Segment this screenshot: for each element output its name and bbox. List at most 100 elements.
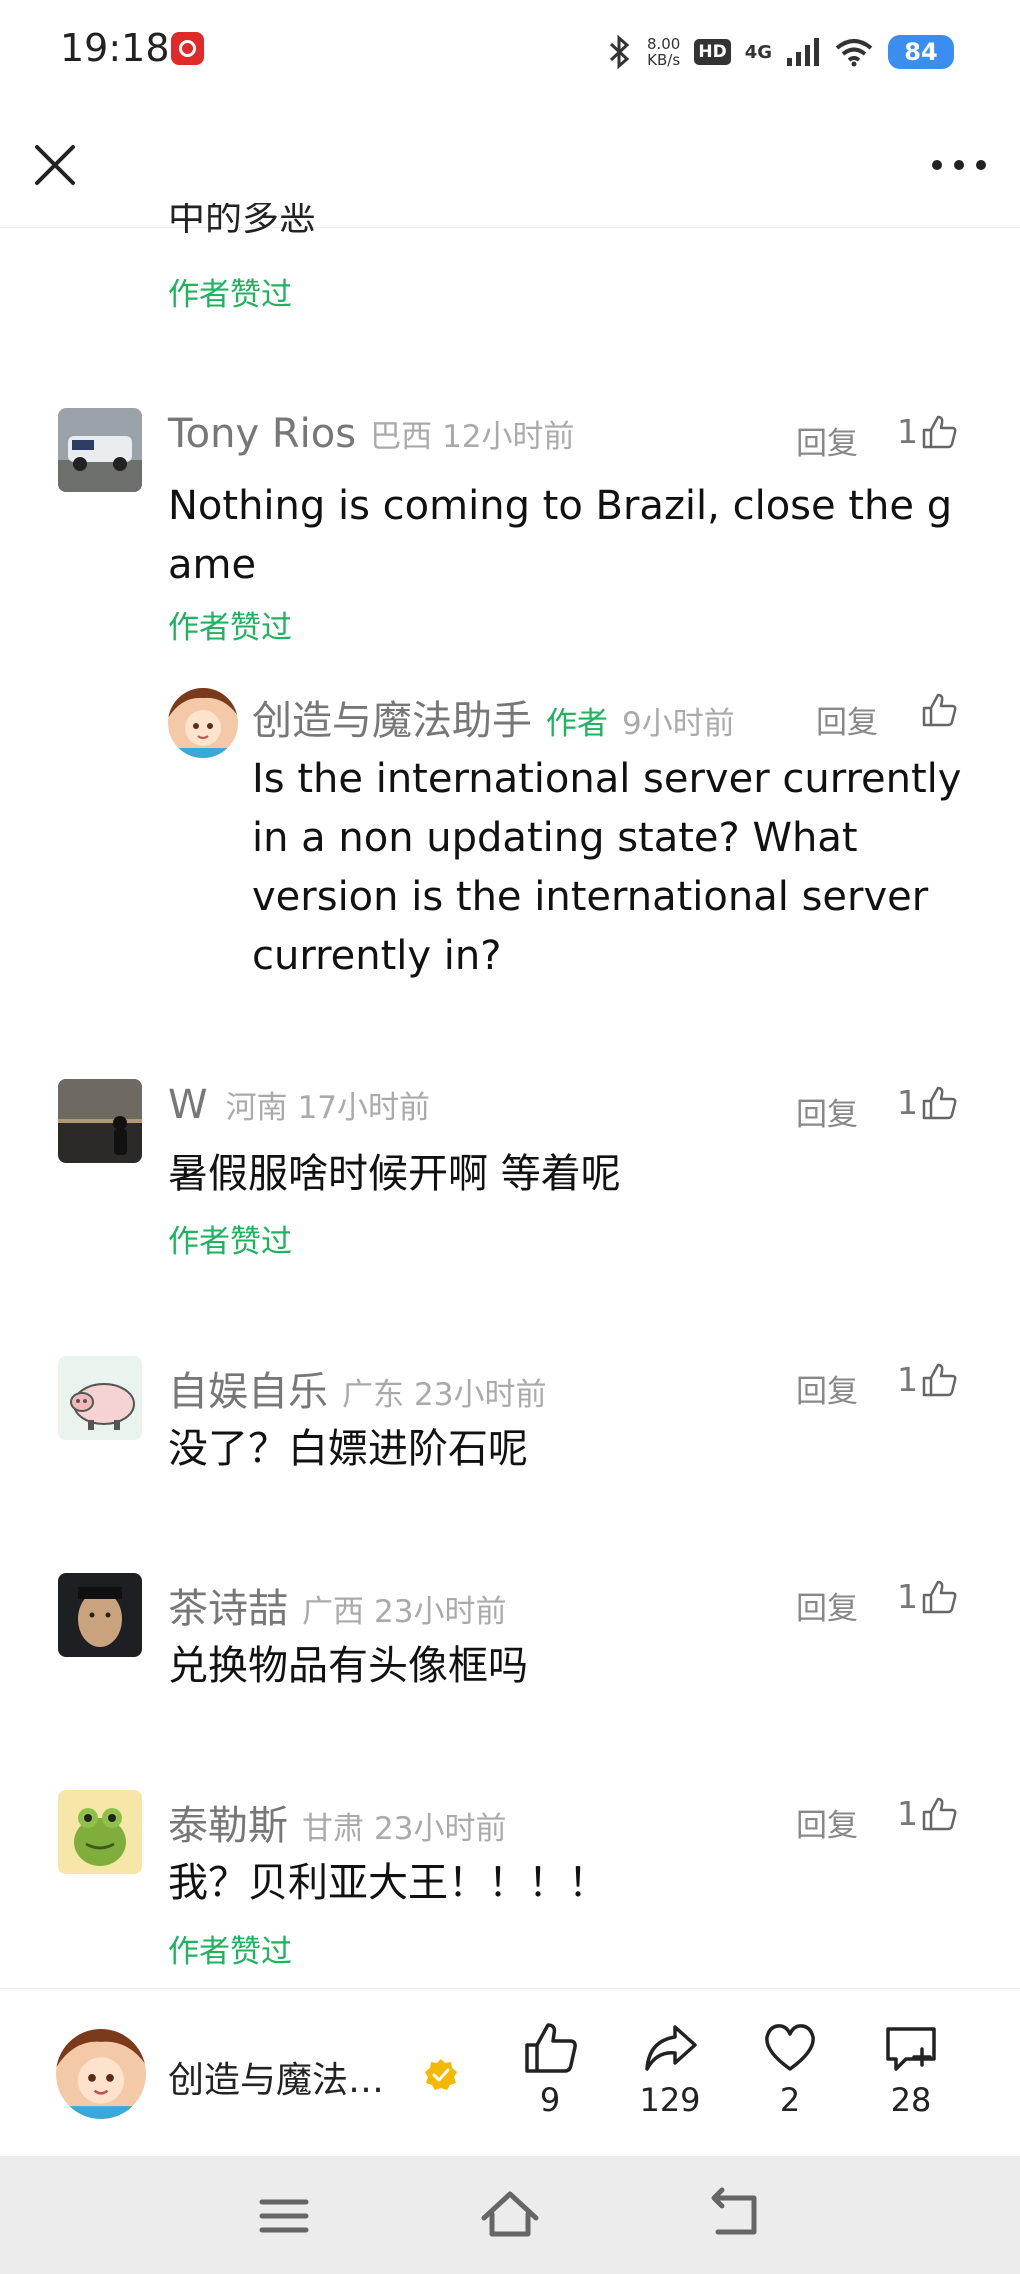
avatar[interactable] bbox=[58, 408, 142, 492]
comment-time: 12小时前 bbox=[442, 419, 575, 455]
avatar-image bbox=[58, 1573, 142, 1657]
favorite-button[interactable]: 2 bbox=[745, 2019, 835, 2119]
author-name[interactable]: 创造与魔法… bbox=[168, 2051, 384, 2103]
thumb-up-icon bbox=[922, 415, 957, 448]
reply-button[interactable]: 回复 bbox=[796, 1583, 858, 1628]
reply-button[interactable]: 回复 bbox=[816, 697, 878, 742]
avatar-image bbox=[58, 1356, 142, 1440]
netease-music-icon bbox=[171, 32, 204, 65]
status-time: 19:18 bbox=[60, 26, 170, 70]
comment-like-count: 1 bbox=[897, 1360, 918, 1399]
comment-text: 没了？白嫖进阶石呢 bbox=[168, 1426, 528, 1472]
comment-like-button[interactable]: 1 bbox=[897, 1794, 958, 1833]
close-icon[interactable] bbox=[30, 140, 80, 190]
wifi-icon bbox=[835, 39, 873, 67]
battery-indicator: 84 bbox=[888, 35, 954, 69]
comment-text-line: ame bbox=[168, 542, 257, 588]
avatar[interactable] bbox=[58, 1079, 142, 1163]
author-liked-label: 作者赞过 bbox=[168, 277, 292, 313]
comment-username[interactable]: W 河南 17小时前 bbox=[168, 1082, 430, 1128]
comment-time: 23小时前 bbox=[414, 1377, 547, 1413]
comment-text-line: version is the international server bbox=[252, 874, 929, 920]
network-type: 4G bbox=[744, 41, 772, 63]
comment-location: 广西 bbox=[302, 1594, 364, 1630]
comment-like-button[interactable]: 1 bbox=[897, 412, 958, 451]
avatar[interactable] bbox=[58, 1790, 142, 1874]
username-text: Tony Rios bbox=[168, 411, 357, 457]
comment-time: 9小时前 bbox=[622, 706, 735, 742]
menu-icon[interactable] bbox=[252, 2184, 316, 2248]
author-badge: 作者 bbox=[546, 706, 608, 742]
reply-username[interactable]: 创造与魔法助手 作者 9小时前 bbox=[252, 688, 735, 746]
author-liked-label: 作者赞过 bbox=[168, 1224, 292, 1260]
avatar[interactable] bbox=[168, 688, 238, 758]
avatar-image bbox=[58, 1079, 142, 1163]
avatar-image bbox=[58, 1790, 142, 1874]
share-icon bbox=[645, 2025, 697, 2071]
reply-button[interactable]: 回复 bbox=[796, 1800, 858, 1845]
reply-button[interactable]: 回复 bbox=[796, 1366, 858, 1411]
comment-time: 23小时前 bbox=[374, 1594, 507, 1630]
comment-like-count: 1 bbox=[897, 1794, 918, 1833]
comment-text-line: Nothing is coming to Brazil, close the g bbox=[168, 483, 953, 529]
comment-like-button[interactable]: 1 bbox=[897, 1577, 958, 1616]
comment-like-count: 1 bbox=[897, 1577, 918, 1616]
bluetooth-icon bbox=[609, 35, 630, 69]
comment-location: 甘肃 bbox=[302, 1811, 364, 1847]
favorite-count: 2 bbox=[779, 2081, 801, 2119]
system-navigation-bar bbox=[0, 2156, 1020, 2274]
username-text: W bbox=[168, 1082, 208, 1128]
username-text: 自娱自乐 bbox=[168, 1369, 328, 1415]
avatar-image bbox=[168, 688, 238, 758]
avatar[interactable] bbox=[58, 1573, 142, 1657]
verified-badge-icon bbox=[425, 2059, 457, 2090]
more-options-icon[interactable] bbox=[928, 140, 990, 190]
comment-username[interactable]: Tony Rios 巴西 12小时前 bbox=[168, 411, 575, 457]
thumb-up-icon bbox=[922, 1363, 957, 1396]
comment-username[interactable]: 茶诗喆 广西 23小时前 bbox=[168, 1576, 506, 1634]
top-bar bbox=[0, 100, 1020, 228]
reply-text: Is the international server currently in… bbox=[252, 750, 972, 986]
reply-button[interactable]: 回复 bbox=[796, 418, 858, 463]
comment-like-button[interactable] bbox=[920, 691, 958, 729]
share-button[interactable]: 129 bbox=[625, 2019, 715, 2119]
heart-icon bbox=[765, 2024, 815, 2071]
thumb-up-icon bbox=[922, 1086, 957, 1119]
avatar-image bbox=[58, 408, 142, 492]
author-liked-label: 作者赞过 bbox=[168, 1934, 292, 1970]
username-text: 创造与魔法助手 bbox=[252, 698, 532, 744]
comment-like-button[interactable]: 1 bbox=[897, 1360, 958, 1399]
reply-button[interactable]: 回复 bbox=[796, 1089, 858, 1134]
comment-text-line: in a non updating state? What bbox=[252, 815, 858, 861]
comment-button[interactable]: 28 bbox=[866, 2019, 956, 2119]
comment-time: 23小时前 bbox=[374, 1811, 507, 1847]
comment-text: Nothing is coming to Brazil, close the g… bbox=[168, 477, 968, 595]
back-icon[interactable] bbox=[704, 2184, 768, 2248]
comment-location: 河南 bbox=[225, 1090, 288, 1126]
bottom-action-bar: 创造与魔法… 9 129 2 28 bbox=[0, 1988, 1020, 2156]
comment-like-button[interactable]: 1 bbox=[897, 1083, 958, 1122]
status-icons: 8.00 KB/s HD 4G 84 bbox=[607, 28, 954, 76]
comment-username[interactable]: 自娱自乐 广东 23小时前 bbox=[168, 1359, 546, 1417]
comment-list[interactable]: 作者赞过 Tony Rios 巴西 12小时前 回复 1 Nothing is co… bbox=[0, 229, 1020, 1989]
hd-icon: HD bbox=[694, 39, 731, 65]
thumb-up-icon bbox=[922, 1580, 957, 1613]
username-text: 茶诗喆 bbox=[168, 1586, 288, 1632]
home-icon[interactable] bbox=[478, 2184, 542, 2248]
avatar[interactable] bbox=[58, 1356, 142, 1440]
comment-text-line: Is the international server currently bbox=[252, 756, 962, 802]
author-avatar[interactable] bbox=[56, 2029, 146, 2119]
username-text: 泰勒斯 bbox=[168, 1803, 288, 1849]
like-count: 9 bbox=[539, 2081, 561, 2119]
comment-location: 巴西 bbox=[370, 419, 433, 455]
thumb-up-icon bbox=[922, 693, 957, 727]
like-button[interactable]: 9 bbox=[505, 2019, 595, 2119]
comment-username[interactable]: 泰勒斯 甘肃 23小时前 bbox=[168, 1793, 506, 1851]
thumb-up-icon bbox=[922, 1797, 957, 1830]
comment-text: 暑假服啥时候开啊 等着呢 bbox=[168, 1151, 621, 1197]
comment-count: 28 bbox=[890, 2081, 932, 2119]
avatar-image bbox=[56, 2029, 146, 2119]
comment-like-count: 1 bbox=[897, 1083, 918, 1122]
author-liked-label: 作者赞过 bbox=[168, 610, 292, 646]
network-speed: 8.00 KB/s bbox=[647, 36, 680, 68]
